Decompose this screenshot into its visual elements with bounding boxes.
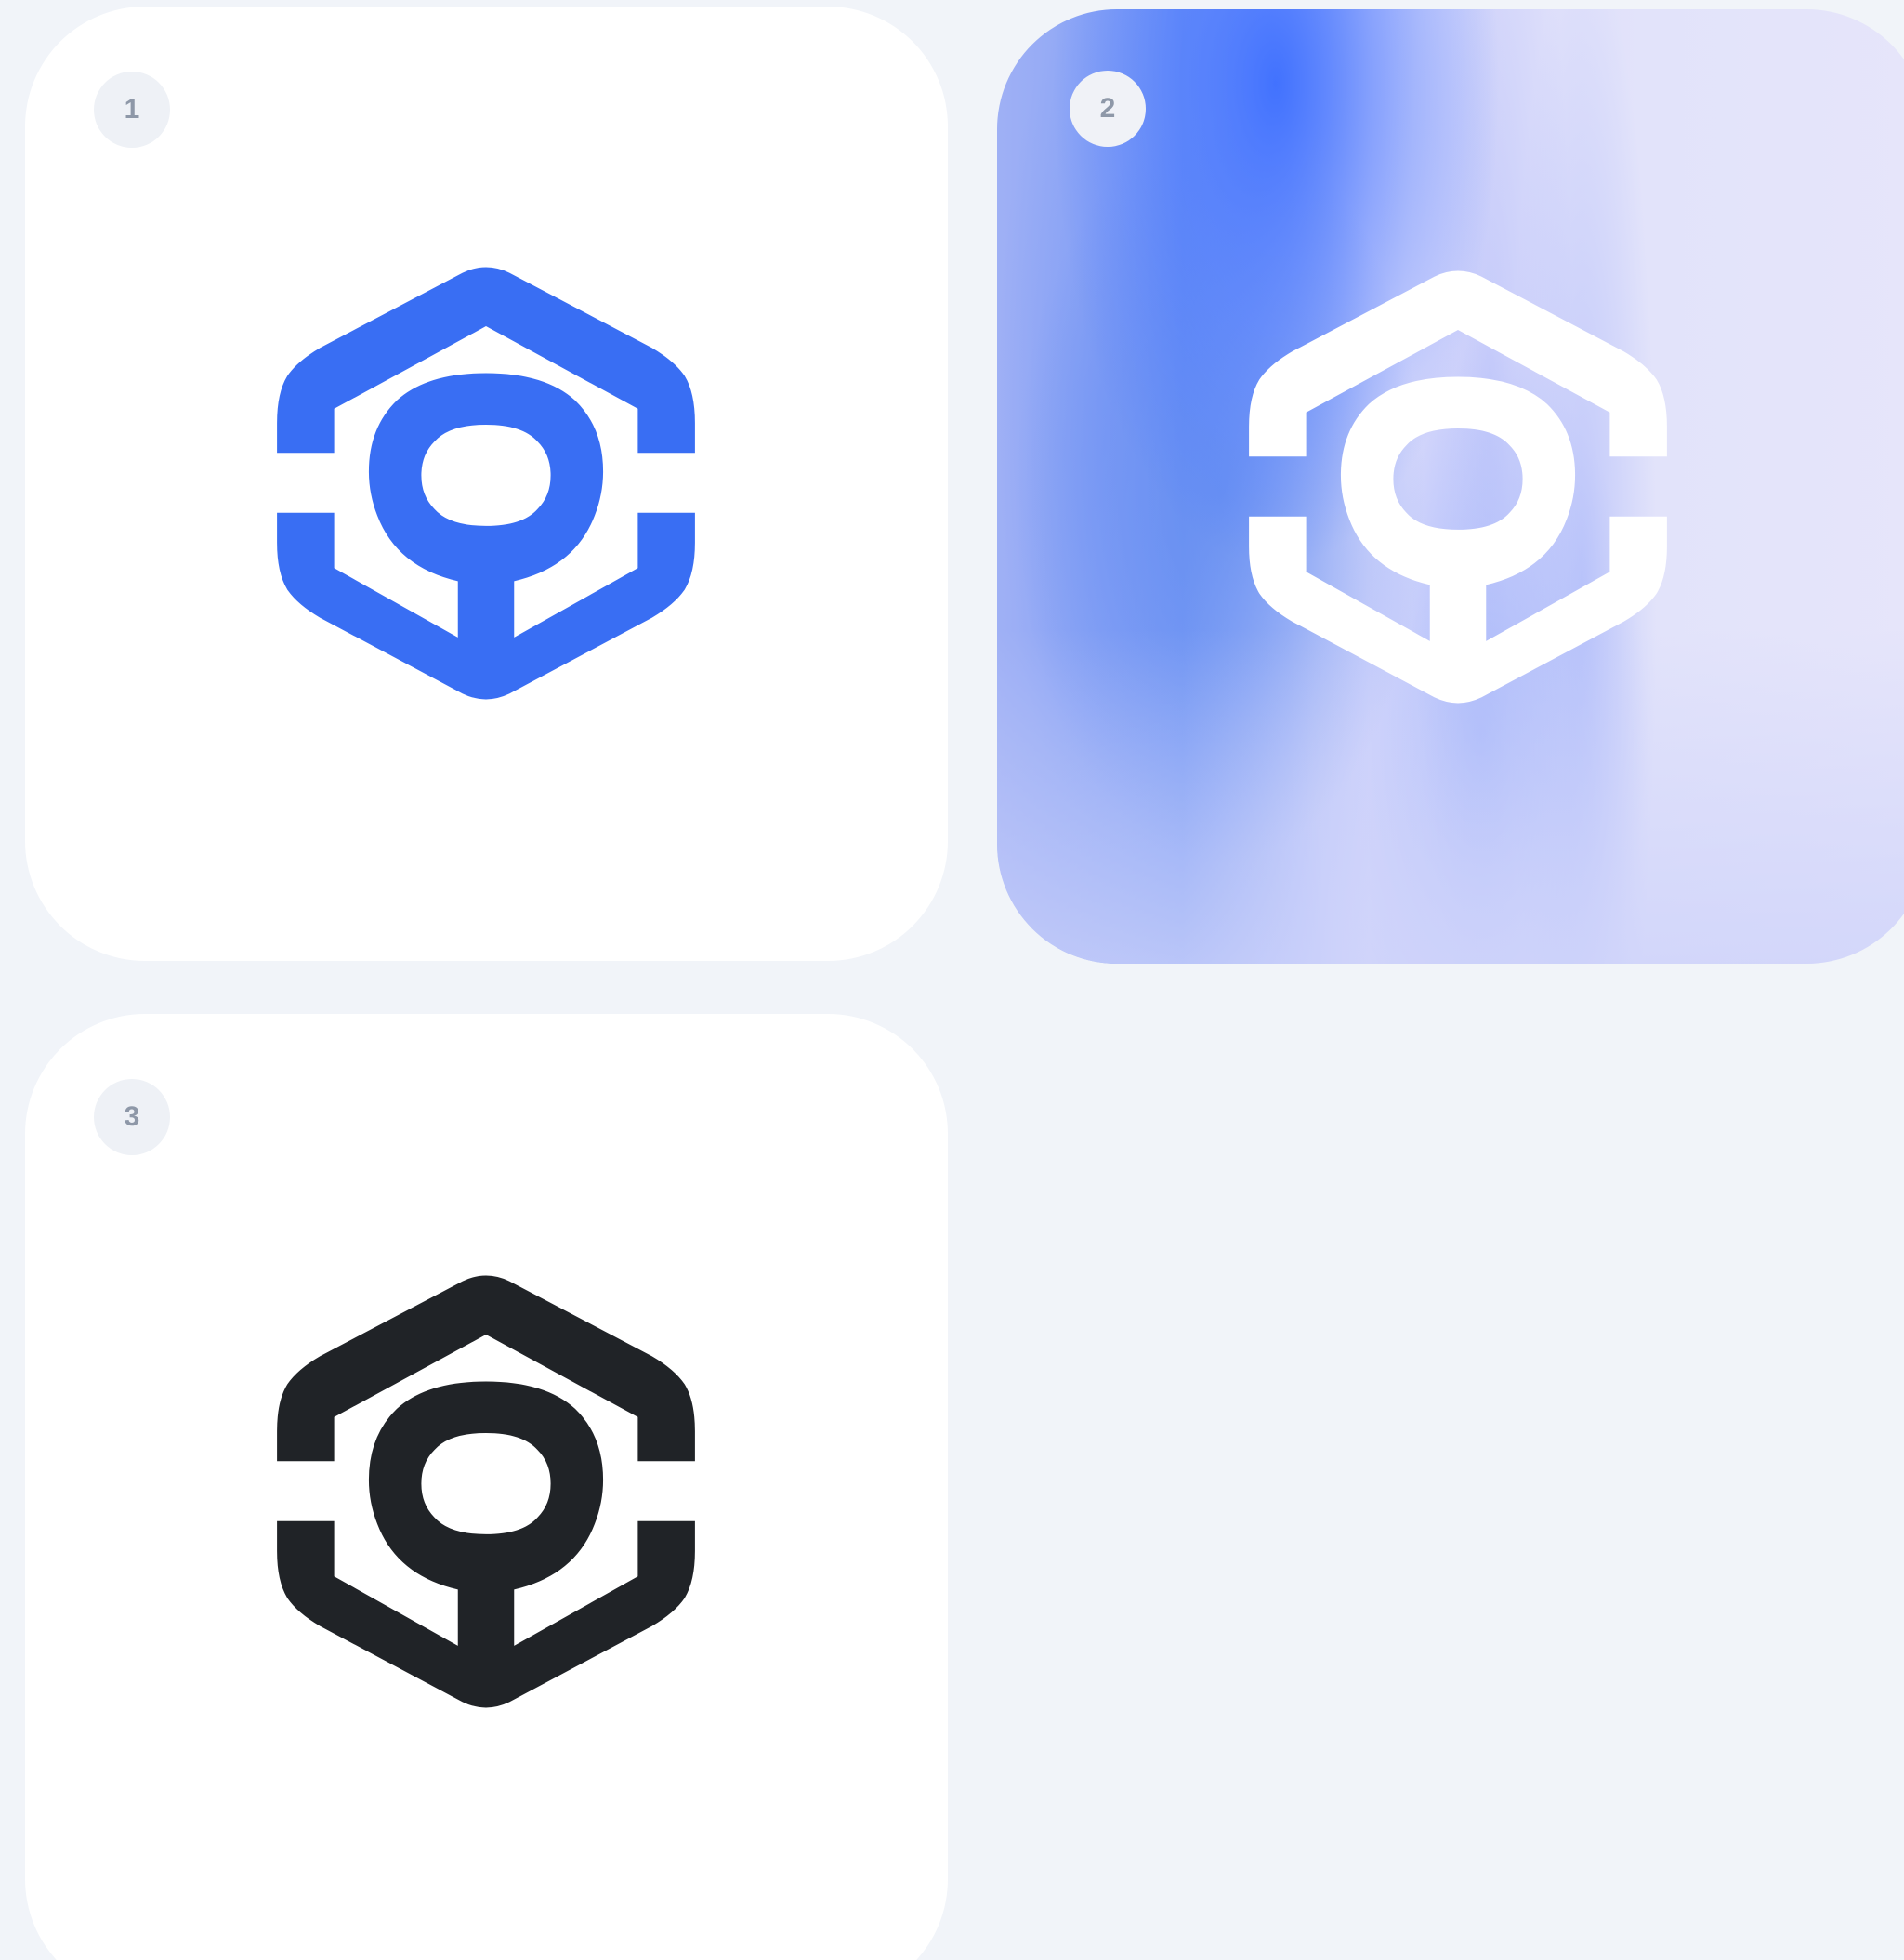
- hexagon-keyhole-logo-icon: [1249, 270, 1667, 704]
- logo-card-2[interactable]: 2: [997, 9, 1904, 964]
- card-number-badge: 3: [94, 1079, 170, 1155]
- card-number: 2: [1099, 93, 1116, 124]
- card-number: 1: [124, 94, 140, 125]
- card-number-badge: 1: [94, 72, 170, 148]
- hexagon-keyhole-logo-icon: [277, 1275, 695, 1708]
- logo-variants-grid: 1 2 3: [0, 0, 1904, 1960]
- hexagon-keyhole-logo-icon: [277, 267, 695, 700]
- logo-card-1[interactable]: 1: [25, 7, 948, 961]
- card-number: 3: [124, 1101, 140, 1132]
- card-number-badge: 2: [1070, 71, 1146, 147]
- logo-card-3[interactable]: 3: [25, 1014, 948, 1960]
